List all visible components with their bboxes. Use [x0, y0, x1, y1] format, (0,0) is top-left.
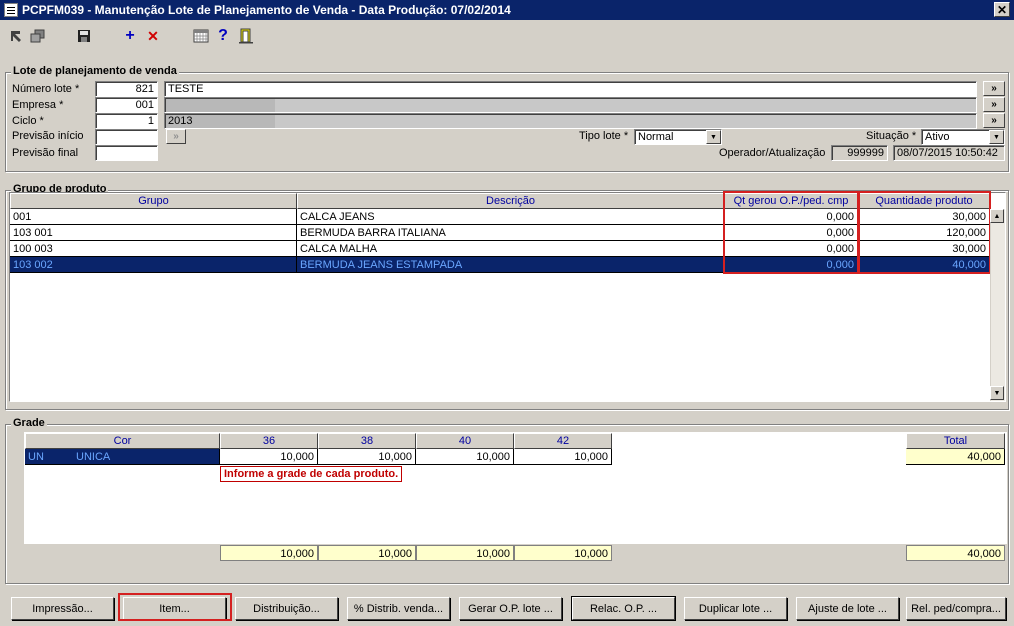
size-36-cell[interactable]: 10,000 [220, 449, 318, 465]
grade-tooltip: Informe a grade de cada produto. [220, 466, 403, 482]
grupo-cell[interactable]: 103 001 [10, 225, 297, 241]
app-icon [4, 3, 18, 17]
descricao-cell[interactable]: CALCA JEANS [297, 209, 724, 225]
ciclo-description-field: 2013 [164, 113, 977, 129]
nav-back-icon[interactable] [6, 26, 26, 46]
relac-op-button[interactable]: Relac. O.P. ... [571, 596, 676, 621]
help-icon[interactable]: ? [213, 26, 233, 46]
empresa-description-field [164, 97, 977, 113]
numero-lote-field[interactable]: 821 [95, 81, 158, 97]
previsao-lookup-button[interactable]: » [166, 129, 186, 144]
add-icon[interactable]: + [120, 26, 140, 46]
grupo-cell[interactable]: 103 002 [10, 257, 297, 273]
grupo-cell[interactable]: 001 [10, 209, 297, 225]
distribuicao-button[interactable]: Distribuição... [235, 597, 338, 620]
grand-total-cell: 40,000 [906, 545, 1005, 561]
tipo-lote-chevron-down-icon[interactable]: ▼ [706, 130, 721, 144]
ciclo-label: Ciclo * [12, 115, 44, 127]
cor-code-cell[interactable]: UN [25, 449, 73, 465]
numero-lote-lookup-button[interactable]: » [983, 81, 1005, 96]
save-icon[interactable] [74, 26, 94, 46]
situacao-chevron-down-icon[interactable]: ▼ [989, 130, 1004, 144]
grade-empty-area [612, 432, 906, 562]
total-42-cell: 10,000 [514, 545, 612, 561]
impressao-button[interactable]: Impressão... [11, 597, 114, 620]
lote-group-title: Lote de planejamento de venda [11, 65, 179, 77]
gerar-op-lote-button[interactable]: Gerar O.P. lote ... [459, 597, 562, 620]
delete-icon[interactable]: ✕ [143, 26, 163, 46]
scroll-down-icon[interactable]: ▼ [990, 386, 1004, 400]
descricao-cell[interactable]: BERMUDA JEANS ESTAMPADA [297, 257, 724, 273]
empresa-label: Empresa * [12, 99, 64, 111]
size-42-column-header[interactable]: 42 [514, 433, 612, 449]
nome-lote-field[interactable]: TESTE [164, 81, 977, 97]
rel-ped-compra-button[interactable]: Rel. ped/compra... [906, 597, 1006, 620]
empresa-field[interactable]: 001 [95, 97, 158, 113]
size-40-cell[interactable]: 10,000 [416, 449, 514, 465]
previsao-final-label: Previsão final [12, 147, 79, 159]
tipo-lote-label: Tipo lote * [579, 130, 629, 142]
item-button-highlight [118, 593, 232, 621]
scroll-up-icon[interactable]: ▲ [990, 209, 1004, 223]
title-bar: PCPFM039 - Manutenção Lote de Planejamen… [0, 0, 1014, 20]
descricao-cell[interactable]: CALCA MALHA [297, 241, 724, 257]
ajuste-lote-button[interactable]: Ajuste de lote ... [796, 597, 899, 620]
total-40-cell: 10,000 [416, 545, 514, 561]
grade-group-title: Grade [11, 417, 47, 429]
duplicar-lote-button[interactable]: Duplicar lote ... [684, 597, 787, 620]
qt-gerou-highlight [723, 191, 859, 274]
numero-lote-label: Número lote * [12, 83, 80, 95]
cor-column-header[interactable]: Cor [25, 433, 220, 449]
calendar-icon[interactable] [191, 26, 211, 46]
cor-name-cell[interactable]: UNICA [73, 449, 220, 465]
total-38-cell: 10,000 [318, 545, 416, 561]
grupo-column-header[interactable]: Grupo [10, 193, 297, 209]
size-36-column-header[interactable]: 36 [220, 433, 318, 449]
size-38-cell[interactable]: 10,000 [318, 449, 416, 465]
ciclo-lookup-button[interactable]: » [983, 113, 1005, 128]
close-button[interactable]: ✕ [994, 2, 1010, 17]
descricao-column-header[interactable]: Descrição [297, 193, 724, 209]
total-column-header[interactable]: Total [906, 433, 1005, 449]
operador-field: 999999 [831, 145, 888, 161]
empresa-lookup-button[interactable]: » [983, 97, 1005, 112]
row-total-cell: 40,000 [906, 449, 1005, 465]
distrib-venda-button[interactable]: % Distrib. venda... [347, 597, 450, 620]
exit-door-icon[interactable] [236, 26, 256, 46]
previsao-inicio-label: Previsão início [12, 130, 84, 142]
atualizacao-field: 08/07/2015 10:50:42 [893, 145, 1005, 161]
quantidade-highlight [858, 191, 991, 274]
previsao-final-field[interactable] [95, 145, 158, 161]
situacao-label: Situação * [866, 130, 917, 142]
operador-label: Operador/Atualização [719, 147, 826, 159]
nav-copy-icon[interactable] [28, 26, 48, 46]
descricao-cell[interactable]: BERMUDA BARRA ITALIANA [297, 225, 724, 241]
size-42-cell[interactable]: 10,000 [514, 449, 612, 465]
previsao-inicio-field[interactable] [95, 129, 158, 145]
size-38-column-header[interactable]: 38 [318, 433, 416, 449]
grupo-cell[interactable]: 100 003 [10, 241, 297, 257]
window-title: PCPFM039 - Manutenção Lote de Planejamen… [22, 3, 511, 17]
size-40-column-header[interactable]: 40 [416, 433, 514, 449]
ciclo-field[interactable]: 1 [95, 113, 158, 129]
grupo-scrollbar[interactable] [990, 209, 1005, 401]
total-36-cell: 10,000 [220, 545, 318, 561]
